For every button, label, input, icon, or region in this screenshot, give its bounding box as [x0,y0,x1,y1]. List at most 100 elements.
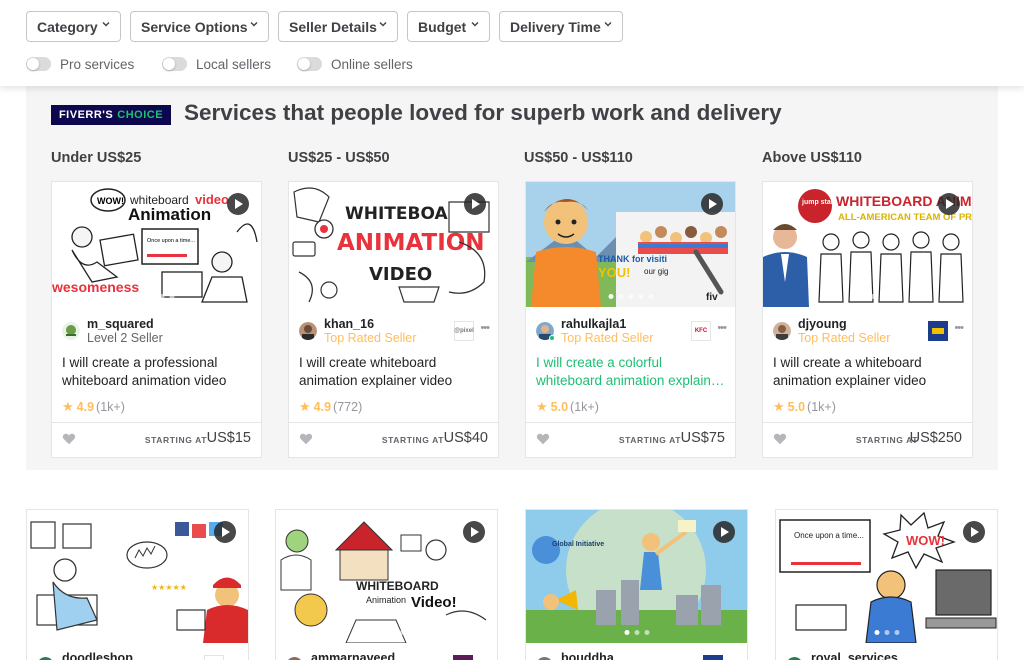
gig-title[interactable]: I will create a colorful whiteboard anim… [536,354,726,390]
more-options-icon[interactable]: ••• [717,322,727,334]
play-icon[interactable] [713,521,735,543]
budget-dropdown[interactable]: Budget [407,11,490,42]
carousel-dots[interactable] [376,294,411,299]
gig-card[interactable]: ★★★★★ doodleshop [26,509,249,660]
price-range-heading: Above US$110 [762,150,862,166]
toggle-switch[interactable] [297,57,322,71]
wow-text: WOW! [906,533,945,548]
section-title: Services that people loved for superb wo… [184,100,782,125]
carousel-dots[interactable] [608,294,653,299]
gig-title[interactable]: I will create a professional whiteboard … [62,354,252,390]
gig-title[interactable]: I will create whiteboard animation expla… [299,354,489,390]
seller-name[interactable]: djyoung [798,317,847,331]
seller-avatar[interactable] [773,322,791,340]
gig-price: US$75 [680,430,725,446]
chevron-down-icon [250,22,258,27]
brand-logo [928,321,948,341]
chevron-down-icon [604,22,612,27]
star-icon: ★ [299,399,311,414]
seller-name[interactable]: ammarnaveed [311,651,395,660]
heart-icon[interactable] [536,432,550,446]
carousel-dots[interactable] [369,630,404,635]
service-options-dropdown[interactable]: Service Options [130,11,269,42]
seller-avatar[interactable] [62,322,80,340]
price-range-heading: US$25 - US$50 [288,150,390,166]
thanks-text: THANK for visiti [598,254,667,264]
gig-thumbnail[interactable]: Once upon a time... WOW! [776,510,997,643]
gig-rating: ★ 4.9 (1k+) [62,399,125,415]
heart-icon[interactable] [773,432,787,446]
gig-thumbnail[interactable]: THANK for visiti YOU! our gig fiv [526,182,735,307]
play-icon[interactable] [963,521,985,543]
gig-thumbnail[interactable]: WHITEBOARD Animation Video! [276,510,497,643]
toggle-switch[interactable] [162,57,187,71]
video-word: VIDEO [369,264,432,285]
seller-level: Top Rated Seller [798,331,891,345]
carousel-dots[interactable] [874,630,899,635]
gig-thumbnail[interactable]: WOW! whiteboard video Animation Once upo… [52,182,261,307]
gig-card[interactable]: WHITEBOARD ANIMATION VIDEO khan_16 Top R… [288,181,499,458]
gig-card[interactable]: WHITEBOARD Animation Video! ammarnaveed [275,509,498,660]
play-icon[interactable] [701,193,723,215]
play-icon[interactable] [227,193,249,215]
seller-details-dropdown[interactable]: Seller Details [278,11,398,42]
rating-score: 4.9 [76,400,95,414]
brand-logo [453,655,473,660]
more-options-icon[interactable]: ••• [480,322,490,334]
heart-icon[interactable] [62,432,76,446]
chevron-down-icon [379,22,387,27]
seller-name[interactable]: royal_services [811,651,898,660]
seller-level: Level 2 Seller [87,331,163,345]
category-dropdown[interactable]: Category [26,11,121,42]
badge-text: FIVERR'S [58,109,114,121]
gig-card[interactable]: WOW! whiteboard video Animation Once upo… [51,181,262,458]
carousel-dots[interactable] [139,294,174,299]
carousel-dots[interactable] [624,630,649,635]
carousel-dots[interactable] [850,294,885,299]
online-sellers-toggle[interactable]: Online sellers [297,55,413,73]
play-icon[interactable] [464,193,486,215]
animation-word: Animation [366,595,406,605]
heart-icon[interactable] [299,432,313,446]
gig-card[interactable]: Global Initiative bouddha [525,509,748,660]
gig-card[interactable]: Once upon a time... WOW! royal_services [775,509,998,660]
brand-logo-text: KFC [694,328,708,334]
gig-price: US$15 [206,430,251,446]
more-options-icon[interactable]: ••• [954,322,964,334]
gig-card[interactable]: jump start WHITEBOARD ANIMA ALL-AMERICAN… [762,181,973,458]
delivery-time-dropdown[interactable]: Delivery Time [499,11,623,42]
seller-name[interactable]: m_squared [87,317,154,331]
video-word: Video! [411,594,457,611]
star-icon: ★ [62,399,74,414]
badge-accent: CHOICE [117,109,164,121]
toggle-switch[interactable] [26,57,51,71]
gig-rating: ★ 5.0 (1k+) [773,399,836,415]
fiverrs-choice-badge: FIVERR'S CHOICE [51,105,171,125]
play-icon[interactable] [463,521,485,543]
seller-name[interactable]: rahulkajla1 [561,317,626,331]
gig-thumbnail[interactable]: Global Initiative [526,510,747,643]
rating-count: (1k+) [570,400,599,414]
play-icon[interactable] [214,521,236,543]
gig-card[interactable]: THANK for visiti YOU! our gig fiv rahulk… [525,181,736,458]
filter-bar: Category Service Options Seller Details … [0,0,1024,86]
seller-level: Top Rated Seller [324,331,417,345]
seller-name[interactable]: bouddha [561,651,614,660]
gig-price: US$40 [443,430,488,446]
seller-name[interactable]: doodleshop [62,651,133,660]
budget-label: Budget [418,18,467,35]
seller-avatar[interactable] [299,322,317,340]
carousel-dots[interactable] [120,630,155,635]
seller-name[interactable]: khan_16 [324,317,374,331]
gig-thumbnail[interactable]: WHITEBOARD ANIMATION VIDEO [289,182,498,307]
rating-count: (1k+) [807,400,836,414]
star-icon: ★ [773,399,785,414]
gig-title[interactable]: I will create a whiteboard animation exp… [773,354,963,390]
play-icon[interactable] [938,193,960,215]
star-icon: ★ [536,399,548,414]
gig-thumbnail[interactable]: jump start WHITEBOARD ANIMA ALL-AMERICAN… [763,182,972,307]
gig-thumbnail[interactable]: ★★★★★ [27,510,248,643]
pro-services-toggle[interactable]: Pro services [26,55,134,73]
rating-count: (1k+) [96,400,125,414]
local-sellers-toggle[interactable]: Local sellers [162,55,271,73]
